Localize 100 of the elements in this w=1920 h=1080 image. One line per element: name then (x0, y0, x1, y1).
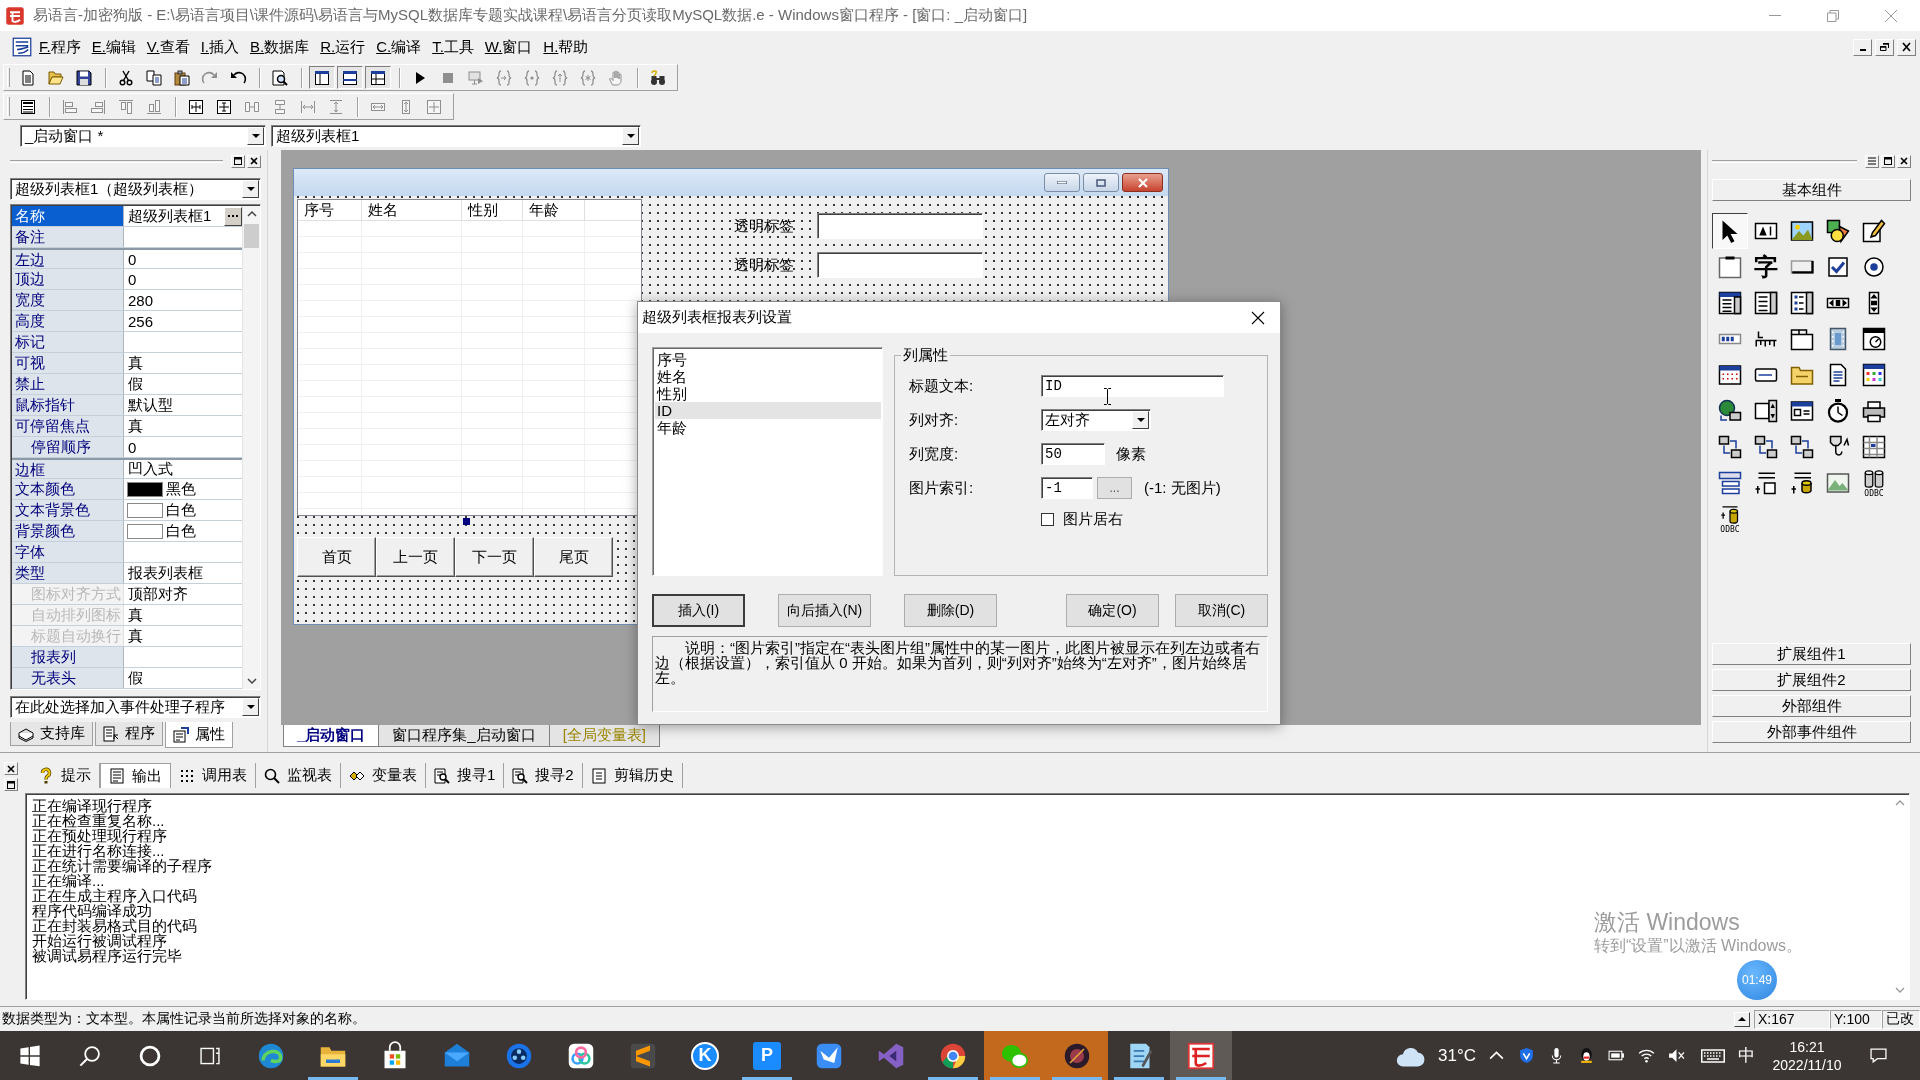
component-tool[interactable]: ODBC (1712, 501, 1748, 537)
delete-button[interactable]: 删除(D) (904, 594, 997, 627)
property-name[interactable]: 鼠标指针 (12, 395, 124, 415)
menu-item[interactable]: H.帮助 (538, 35, 594, 59)
close-button[interactable] (1122, 173, 1163, 192)
browse-button[interactable] (224, 206, 242, 226)
image-index-input[interactable]: -1 (1041, 477, 1093, 499)
property-name[interactable]: 文本背景色 (12, 500, 124, 520)
property-name[interactable]: 类型 (12, 563, 124, 583)
title-text-input[interactable]: ID (1041, 375, 1224, 397)
alignment-dropdown[interactable]: 左对齐 (1041, 409, 1151, 431)
document-tab[interactable]: 窗口程序集_启动窗口 (378, 725, 550, 747)
section-button[interactable]: 基本组件 (1712, 179, 1911, 201)
cancel-button[interactable]: 取消(C) (1175, 594, 1268, 627)
list-item[interactable]: ID (655, 402, 881, 419)
column-header[interactable]: 序号 (298, 200, 362, 220)
property-name[interactable]: 可停留焦点 (12, 416, 124, 436)
property-name[interactable]: 字体 (12, 542, 124, 562)
restore-button[interactable] (231, 154, 245, 168)
clock-time[interactable]: 16:21 (1789, 1037, 1825, 1056)
document-tab[interactable]: _启动窗口 (283, 725, 380, 747)
list-item[interactable]: 性别 (655, 385, 881, 402)
property-name[interactable]: 边框 (12, 460, 124, 478)
wifi-icon[interactable] (1637, 1047, 1655, 1064)
page-button[interactable]: 首页 (297, 537, 376, 577)
column-header[interactable]: 年龄 (523, 200, 585, 220)
dropdown-button[interactable] (622, 127, 639, 145)
caret-up-icon[interactable] (246, 211, 257, 217)
object-dropdown[interactable]: 超级列表框1（超级列表框） (10, 178, 261, 200)
selection-handle[interactable] (463, 518, 470, 525)
scroll-thumb[interactable] (244, 224, 259, 248)
list-item[interactable]: 姓名 (655, 368, 881, 385)
section-button[interactable]: 扩展组件1 (1712, 643, 1911, 665)
restore-button[interactable] (1881, 154, 1895, 168)
output-tab[interactable]: 变量表 (341, 763, 426, 788)
output-tab[interactable]: 搜寻1 (426, 763, 505, 788)
page-button[interactable]: 尾页 (534, 537, 613, 577)
text-input[interactable] (817, 213, 983, 239)
page-button[interactable]: 上一页 (376, 537, 455, 577)
ok-button[interactable]: 确定(O) (1066, 594, 1159, 627)
taskbar-app[interactable] (1170, 1031, 1232, 1080)
list-item[interactable]: 序号 (655, 351, 881, 368)
dropdown-button[interactable] (242, 698, 259, 716)
property-name[interactable]: 禁止 (12, 374, 124, 394)
component-tool[interactable]: ODBC (1856, 465, 1892, 501)
arrow-button[interactable] (1734, 1011, 1750, 1027)
panel-tab[interactable]: 支持库 (10, 722, 93, 746)
restore-button[interactable] (1875, 38, 1894, 56)
column-header[interactable]: 姓名 (362, 200, 462, 220)
dropdown-button[interactable] (242, 180, 259, 198)
speaker-muted-icon[interactable] (1667, 1047, 1685, 1064)
menu-item[interactable]: R.运行 (315, 35, 371, 59)
menu-button[interactable] (1865, 154, 1879, 168)
insert-button[interactable]: 插入(I) (652, 594, 745, 627)
menu-item[interactable]: T.工具 (427, 35, 479, 59)
clock-date[interactable]: 2022/11/10 (1772, 1055, 1842, 1074)
section-button[interactable]: 外部事件组件 (1712, 721, 1911, 743)
scrollbar[interactable] (242, 206, 260, 689)
output-tab[interactable]: 调用表 (171, 763, 256, 788)
text-input[interactable] (817, 252, 983, 278)
document-logo-icon[interactable] (12, 37, 32, 57)
taskbar-app[interactable] (1046, 1031, 1108, 1080)
property-name[interactable]: 宽度 (12, 290, 124, 310)
shield-icon[interactable] (1517, 1047, 1535, 1064)
panel-tab[interactable]: 属性 (165, 722, 233, 748)
menu-item[interactable]: I.插入 (195, 35, 244, 59)
event-dropdown[interactable]: 在此处选择加入事件处理子程序 (10, 696, 261, 718)
property-name[interactable]: 报表列 (12, 647, 124, 667)
dropdown-button[interactable] (1132, 411, 1149, 429)
restore-button[interactable] (4, 778, 18, 791)
menu-item[interactable]: V.查看 (141, 35, 195, 59)
checkbox[interactable] (1041, 512, 1054, 526)
property-name[interactable]: 备注 (12, 227, 124, 247)
window-dropdown[interactable]: _启动窗口 * (20, 125, 266, 147)
property-name[interactable]: 可视 (12, 353, 124, 373)
menu-item[interactable]: B.数据库 (245, 35, 315, 59)
toolbar-button[interactable] (337, 66, 363, 89)
toolbar-button[interactable] (309, 66, 335, 89)
menu-item[interactable]: C.编译 (371, 35, 427, 59)
menu-item[interactable]: F.程序 (34, 35, 86, 59)
property-name[interactable]: 标记 (12, 332, 124, 352)
property-name[interactable]: 无表头 (12, 668, 124, 688)
menu-item[interactable]: E.编辑 (86, 35, 141, 59)
property-name[interactable]: 名称 (12, 206, 124, 226)
toolbar-button[interactable] (365, 66, 391, 89)
property-name[interactable]: 文本颜色 (12, 479, 124, 499)
width-input[interactable]: 50 (1041, 443, 1105, 465)
property-name[interactable]: 背景颜色 (12, 521, 124, 541)
insert-after-button[interactable]: 向后插入(N) (778, 594, 871, 627)
control-dropdown[interactable]: 超级列表框1 (271, 125, 641, 147)
property-name[interactable]: 高度 (12, 311, 124, 331)
menu-item[interactable]: W.窗口 (479, 35, 538, 59)
property-name[interactable]: 左边 (12, 250, 124, 268)
output-tab[interactable]: 剪辑历史 (582, 763, 683, 788)
component-tool[interactable] (1712, 213, 1748, 249)
section-button[interactable]: 扩展组件2 (1712, 669, 1911, 691)
maximize-button[interactable] (1083, 173, 1119, 192)
caret-down-icon[interactable] (246, 678, 257, 684)
output-tab[interactable]: 输出 (100, 763, 171, 788)
input-method-indicator[interactable]: 中 (1735, 1044, 1757, 1067)
